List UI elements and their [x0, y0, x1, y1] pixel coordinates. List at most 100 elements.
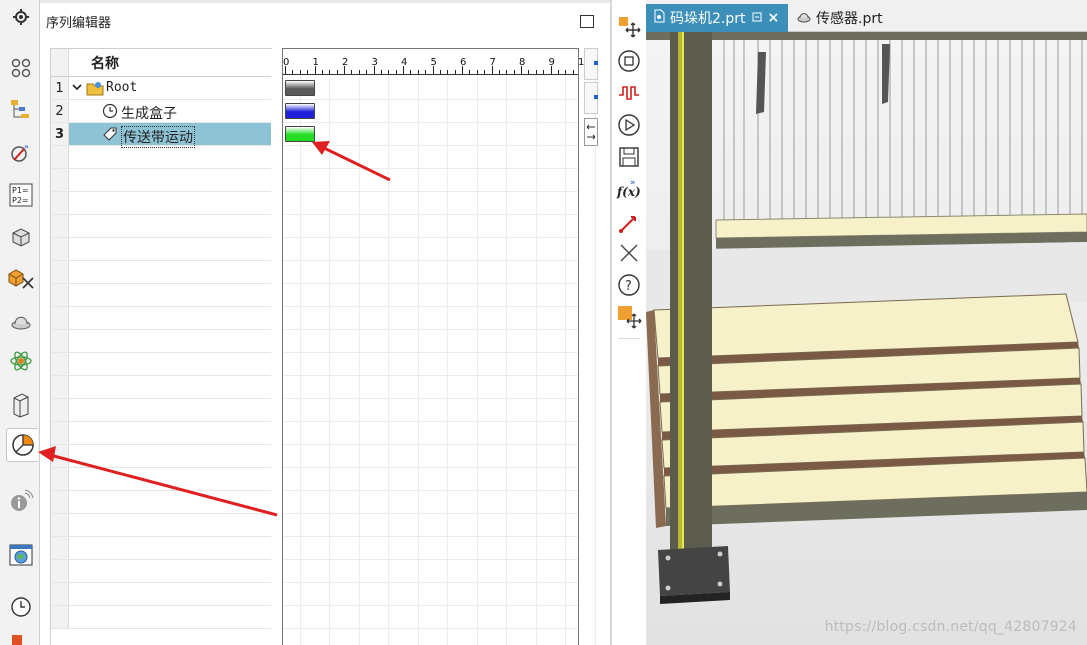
empty-row	[51, 261, 271, 284]
expression-icon[interactable]: P1= P2=	[6, 180, 36, 210]
timeline-ruler: 01234567891	[283, 49, 584, 75]
row-number-empty	[51, 537, 69, 559]
row-name-cell[interactable]: Root	[69, 77, 271, 99]
table-row-selected[interactable]: 3 传送带运动	[51, 123, 271, 148]
sequence-name-grid: 名称 1 Root 2 生成盒子 3 传送带运动	[50, 48, 272, 645]
zoom-in-button[interactable]	[584, 48, 598, 80]
empty-row	[51, 560, 271, 583]
timeline-row-line	[283, 191, 578, 192]
ruler-tick	[491, 66, 493, 74]
timeline-row-line	[283, 536, 578, 537]
fit-button[interactable]	[584, 118, 598, 146]
row-number-empty	[51, 514, 69, 536]
system-navigator-icon[interactable]	[6, 390, 36, 420]
move-icon[interactable]	[616, 14, 642, 40]
ruler-tick	[454, 70, 456, 74]
conveyor-bar[interactable]	[285, 126, 315, 142]
root-bar[interactable]	[285, 80, 315, 96]
empty-row	[51, 583, 271, 606]
probe-icon[interactable]	[616, 210, 642, 236]
physics-navigator-icon[interactable]	[6, 222, 36, 252]
maximize-button[interactable]	[580, 15, 594, 28]
timeline-chart[interactable]: 01234567891	[282, 48, 596, 645]
tab-palletizer-part[interactable]: 码垛机2.prt ×	[646, 4, 788, 32]
tab-sensor-part[interactable]: 传感器.prt	[790, 4, 889, 32]
root-folder-icon	[86, 79, 104, 101]
sequence-editor-icon[interactable]	[6, 428, 38, 462]
timeline-row-line	[283, 214, 578, 215]
mechanism-icon[interactable]	[6, 264, 36, 294]
row-name-cell[interactable]: 传送带运动	[69, 123, 271, 148]
ruler-tick	[432, 66, 434, 74]
ruler-tick	[425, 70, 427, 74]
svg-text:P1=: P1=	[12, 186, 29, 195]
ruler-tick	[528, 70, 530, 74]
empty-row	[51, 353, 271, 376]
part-navigator-icon[interactable]: »	[6, 138, 36, 168]
row-number-empty	[51, 376, 69, 398]
header-name-cell[interactable]: 名称	[69, 49, 271, 76]
row-name-cell[interactable]: 生成盒子	[69, 100, 271, 122]
timeline-row-line	[283, 444, 578, 445]
history-icon[interactable]	[6, 592, 36, 622]
ruler-tick	[521, 66, 522, 74]
table-row[interactable]: 1 Root	[51, 77, 271, 100]
ruler-tick	[417, 70, 419, 74]
row-number-empty	[51, 192, 69, 214]
pin-icon[interactable]	[752, 10, 762, 26]
assembly-navigator-icon[interactable]	[6, 53, 36, 83]
ruler-tick	[557, 70, 559, 74]
row-number-empty	[51, 169, 69, 191]
ruler-tick	[395, 70, 397, 74]
close-x-icon[interactable]	[616, 240, 642, 266]
information-icon[interactable]	[6, 486, 36, 516]
svg-text:f(x): f(x)	[616, 185, 641, 199]
drag-object-icon[interactable]	[616, 304, 642, 330]
sensor-icon[interactable]	[6, 306, 36, 336]
constraint-navigator-icon[interactable]	[6, 94, 36, 124]
runtime-inspector-icon[interactable]	[6, 346, 36, 376]
row-number-empty	[51, 284, 69, 306]
ruler-tick	[380, 70, 382, 74]
help-icon[interactable]: ?	[616, 272, 642, 298]
chevron-down-icon[interactable]	[71, 81, 83, 97]
timeline-row-line	[283, 99, 578, 100]
ruler-tick-label: 1	[312, 57, 319, 68]
gear-icon[interactable]	[6, 2, 36, 32]
row-number-empty	[51, 606, 69, 628]
timeline-row-line	[283, 375, 578, 376]
create-box-bar[interactable]	[285, 103, 315, 119]
empty-row	[51, 238, 271, 261]
timeline-row-line	[283, 559, 578, 560]
timeline-row-line	[283, 490, 578, 491]
ruler-tick	[476, 70, 478, 74]
stop-icon[interactable]	[616, 48, 642, 74]
row-number-empty	[51, 445, 69, 467]
ruler-tick-label: 0	[283, 57, 290, 68]
ruler-tick	[336, 70, 338, 74]
play-icon[interactable]	[616, 112, 642, 138]
save-icon[interactable]	[616, 144, 642, 170]
timeline-row-line	[283, 628, 578, 629]
zoom-out-button[interactable]	[584, 82, 598, 114]
header-corner	[51, 49, 69, 76]
timeline-gridline	[594, 76, 596, 645]
formula-icon[interactable]: f(x)»	[616, 176, 642, 202]
table-row[interactable]: 2 生成盒子	[51, 100, 271, 123]
empty-row	[51, 606, 271, 629]
ruler-tick-label: 7	[489, 57, 496, 68]
web-browser-icon[interactable]	[6, 540, 36, 570]
row-number-empty	[51, 491, 69, 513]
ruler-tick	[403, 66, 404, 74]
graphics-viewport[interactable]: https://blog.csdn.net/qq_42807924	[646, 32, 1087, 645]
ruler-tick	[469, 70, 471, 74]
timeline-row-line	[283, 582, 578, 583]
ruler-tick	[462, 66, 463, 74]
close-icon[interactable]: ×	[768, 10, 780, 26]
grid-header: 名称	[51, 49, 271, 77]
row-number-empty	[51, 583, 69, 605]
signal-icon[interactable]	[616, 80, 642, 106]
empty-row	[51, 422, 271, 445]
watermark: https://blog.csdn.net/qq_42807924	[824, 619, 1077, 635]
ruler-tick	[565, 70, 567, 74]
